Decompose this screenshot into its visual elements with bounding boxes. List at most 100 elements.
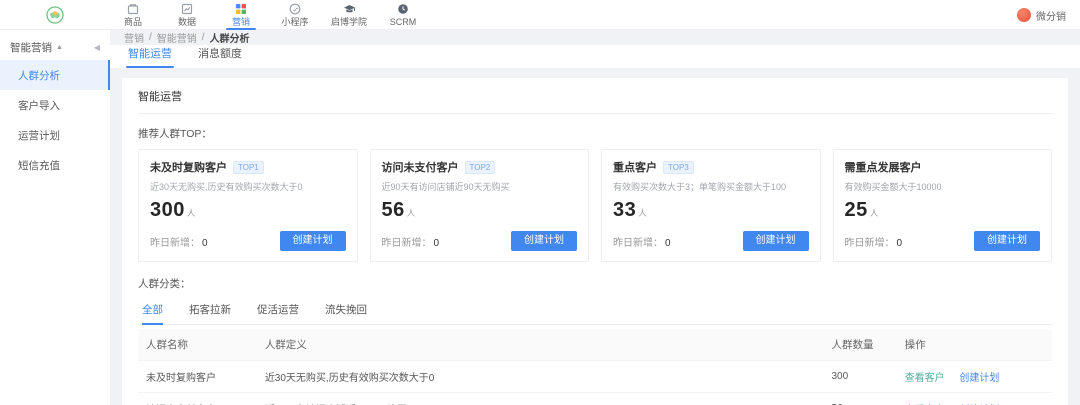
cell-actions: 查看客户 创建计划 xyxy=(897,393,1052,405)
nav-label: 小程序 xyxy=(281,17,308,27)
breadcrumb: 营销 / 智能营销 / 人群分析 xyxy=(110,30,1080,45)
content-panel: 智能运营 推荐人群TOP： 未及时复购客户 TOP1 近30天无购买,历史有效购… xyxy=(122,78,1068,405)
card-count: 33 xyxy=(613,199,636,222)
card-description: 近90天有访问店铺近90天无购买 xyxy=(382,180,578,193)
academy-icon xyxy=(343,3,356,16)
card-description: 有效购买金额大于10000 xyxy=(845,180,1041,193)
sidebar-item-label: 短信充值 xyxy=(18,158,60,173)
recommend-cards: 未及时复购客户 TOP1 近30天无购买,历史有效购买次数大于0 300 人 昨… xyxy=(138,149,1052,262)
top-badge: TOP1 xyxy=(233,161,264,174)
cell-crowd-count: 300 xyxy=(824,361,897,393)
create-plan-link[interactable]: 创建计划 xyxy=(959,373,999,384)
tab-message-quota[interactable]: 消息额度 xyxy=(198,45,242,68)
sidebar: 智能营销 ▲ ◀ 人群分析 客户导入 运营计划 短信充值 xyxy=(0,30,110,405)
yesterday-new-value: 0 xyxy=(665,238,671,249)
crowd-card-develop-customer: 需重点发展客户 有效购买金额大于10000 25 人 昨日新增：0 创建计划 xyxy=(833,149,1053,262)
app-logo xyxy=(0,6,110,24)
yesterday-new-value: 0 xyxy=(897,238,903,249)
data-icon xyxy=(181,3,194,16)
classify-label: 人群分类： xyxy=(138,262,1052,297)
crowd-card-unpaid-visit: 访问未支付客户 TOP2 近90天有访问店铺近90天无购买 56 人 昨日新增：… xyxy=(370,149,590,262)
card-title: 访问未支付客户 xyxy=(382,159,459,175)
topbar: 商品 数据 营销 小程序 启博学院 xyxy=(0,0,1080,30)
card-title: 重点客户 xyxy=(613,159,657,175)
card-count-unit: 人 xyxy=(638,207,647,219)
cell-crowd-count: 56 xyxy=(824,393,897,405)
yesterday-new-value: 0 xyxy=(202,238,208,249)
user-name: 微分销 xyxy=(1036,8,1066,23)
create-plan-button[interactable]: 创建计划 xyxy=(974,231,1040,251)
card-count: 300 xyxy=(150,199,185,222)
classify-tab-activate[interactable]: 促活运营 xyxy=(257,297,299,324)
logo-icon xyxy=(46,6,64,24)
yesterday-new-label: 昨日新增：0 xyxy=(382,234,440,249)
collapse-sidebar-icon[interactable]: ◀ xyxy=(94,43,100,52)
nav-label: 启博学院 xyxy=(331,17,367,27)
yesterday-new-value: 0 xyxy=(434,238,440,249)
main-area: 营销 / 智能营销 / 人群分析 智能运营 消息额度 智能运营 推荐人群TOP：… xyxy=(110,30,1080,405)
card-count: 25 xyxy=(845,199,868,222)
top-badge: TOP2 xyxy=(465,161,496,174)
nav-item-marketing[interactable]: 营销 xyxy=(218,0,264,30)
nav-label: 商品 xyxy=(124,17,142,27)
breadcrumb-separator: / xyxy=(202,32,205,43)
table-row: 访问未支付客户 近90天有访问店铺近90天无购买 56 查看客户 创建计划 xyxy=(138,393,1052,405)
nav-item-goods[interactable]: 商品 xyxy=(110,0,156,30)
breadcrumb-current: 人群分析 xyxy=(210,30,250,45)
recommend-top-label: 推荐人群TOP： xyxy=(138,114,1052,149)
tab-smart-operation[interactable]: 智能运营 xyxy=(128,45,172,68)
card-count: 56 xyxy=(382,199,405,222)
card-description: 近30天无购买,历史有效购买次数大于0 xyxy=(150,180,346,193)
classify-tab-churn[interactable]: 流失挽回 xyxy=(325,297,367,324)
col-header-actions: 操作 xyxy=(897,329,1052,361)
yesterday-new-label: 昨日新增：0 xyxy=(150,234,208,249)
cell-crowd-name: 未及时复购客户 xyxy=(138,361,257,393)
sidebar-group-title: 智能营销 xyxy=(10,40,52,55)
view-customers-link[interactable]: 查看客户 xyxy=(905,373,945,384)
col-header-count: 人群数量 xyxy=(824,329,897,361)
cell-crowd-definition: 近30天无购买,历史有效购买次数大于0 xyxy=(257,361,824,393)
miniprogram-icon xyxy=(289,3,302,16)
user-menu[interactable]: 微分销 xyxy=(1017,0,1066,30)
create-plan-button[interactable]: 创建计划 xyxy=(743,231,809,251)
classify-tab-all[interactable]: 全部 xyxy=(142,297,163,324)
goods-icon xyxy=(127,3,140,16)
create-plan-button[interactable]: 创建计划 xyxy=(511,231,577,251)
table-row: 未及时复购客户 近30天无购买,历史有效购买次数大于0 300 查看客户 创建计… xyxy=(138,361,1052,393)
nav-label: SCRM xyxy=(390,17,417,27)
chevron-up-icon: ▲ xyxy=(56,44,94,51)
nav-label: 数据 xyxy=(178,17,196,27)
breadcrumb-separator: / xyxy=(149,32,152,43)
nav-item-scrm[interactable]: SCRM xyxy=(380,0,426,30)
crowd-card-key-customer: 重点客户 TOP3 有效购买次数大于3；单笔购买金额大于100 33 人 昨日新… xyxy=(601,149,821,262)
card-count-unit: 人 xyxy=(187,207,196,219)
yesterday-new-label: 昨日新增：0 xyxy=(845,234,903,249)
marketing-icon xyxy=(235,3,248,16)
sidebar-item-customer-import[interactable]: 客户导入 xyxy=(0,90,110,120)
sidebar-item-label: 运营计划 xyxy=(18,128,60,143)
sidebar-item-crowd-analysis[interactable]: 人群分析 xyxy=(0,60,110,90)
crowd-table: 人群名称 人群定义 人群数量 操作 未及时复购客户 近30天无购买,历史有效购买… xyxy=(138,329,1052,405)
yesterday-new-label: 昨日新增：0 xyxy=(613,234,671,249)
card-title: 未及时复购客户 xyxy=(150,159,227,175)
sidebar-item-sms-recharge[interactable]: 短信充值 xyxy=(0,150,110,180)
classify-tab-acquire[interactable]: 拓客拉新 xyxy=(189,297,231,324)
section-title: 智能运营 xyxy=(138,78,1052,114)
sidebar-item-operation-plan[interactable]: 运营计划 xyxy=(0,120,110,150)
nav-item-data[interactable]: 数据 xyxy=(164,0,210,30)
scrm-icon xyxy=(397,3,410,16)
crowd-card-repurchase: 未及时复购客户 TOP1 近30天无购买,历史有效购买次数大于0 300 人 昨… xyxy=(138,149,358,262)
classify-tabs: 全部 拓客拉新 促活运营 流失挽回 xyxy=(138,297,1052,325)
top-navigation: 商品 数据 营销 小程序 启博学院 xyxy=(110,0,434,30)
sidebar-group-header[interactable]: 智能营销 ▲ ◀ xyxy=(0,34,110,60)
avatar xyxy=(1017,8,1031,22)
breadcrumb-item[interactable]: 营销 xyxy=(124,30,144,45)
cell-crowd-definition: 近90天有访问店铺近90天无购买 xyxy=(257,393,824,405)
nav-item-academy[interactable]: 启博学院 xyxy=(326,0,372,30)
breadcrumb-item[interactable]: 智能营销 xyxy=(157,30,197,45)
nav-item-miniprogram[interactable]: 小程序 xyxy=(272,0,318,30)
top-badge: TOP3 xyxy=(663,161,694,174)
card-count-unit: 人 xyxy=(407,207,416,219)
create-plan-button[interactable]: 创建计划 xyxy=(280,231,346,251)
cell-actions: 查看客户 创建计划 xyxy=(897,361,1052,393)
